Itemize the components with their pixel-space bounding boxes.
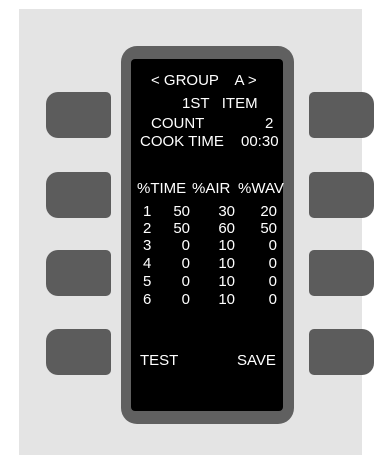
time-value: 0 [181, 291, 190, 308]
stage-number: 2 [143, 220, 152, 237]
count-value: 2 [265, 115, 274, 132]
left-softkey-1[interactable] [46, 92, 111, 138]
right-softkey-4[interactable] [309, 329, 374, 375]
stage-number: 4 [143, 255, 152, 272]
left-softkey-3[interactable] [46, 250, 111, 296]
wav-value: 50 [260, 220, 277, 237]
cook-time-label: COOK TIME [140, 133, 224, 150]
stage-number: 6 [143, 291, 152, 308]
right-softkey-1[interactable] [309, 92, 374, 138]
wav-value: 0 [268, 291, 277, 308]
count-label: COUNT [151, 115, 205, 132]
save-softkey-label[interactable]: SAVE [237, 352, 276, 369]
left-softkey-4[interactable] [46, 329, 111, 375]
wav-value: 20 [260, 203, 277, 220]
header-time: %TIME [137, 180, 187, 197]
air-value: 10 [218, 273, 235, 290]
item-indicator: 1ST ITEM [182, 95, 258, 112]
stage-number: 3 [143, 237, 152, 254]
air-value: 30 [218, 203, 235, 220]
time-value: 50 [173, 220, 190, 237]
time-value: 0 [181, 237, 190, 254]
wav-value: 0 [268, 237, 277, 254]
time-value: 0 [181, 255, 190, 272]
stage-number: 1 [143, 203, 152, 220]
air-value: 10 [218, 237, 235, 254]
cook-time-value: 00:30 [241, 133, 279, 150]
group-selector: < GROUP A > [151, 72, 257, 89]
left-softkey-2[interactable] [46, 172, 111, 218]
header-wav: %WAV [238, 180, 284, 197]
right-softkey-2[interactable] [309, 172, 374, 218]
air-value: 10 [218, 291, 235, 308]
air-value: 60 [218, 220, 235, 237]
right-softkey-3[interactable] [309, 250, 374, 296]
header-air: %AIR [192, 180, 231, 197]
air-value: 10 [218, 255, 235, 272]
wav-value: 0 [268, 273, 277, 290]
test-softkey-label[interactable]: TEST [140, 352, 178, 369]
time-value: 50 [173, 203, 190, 220]
wav-value: 0 [268, 255, 277, 272]
stage-number: 5 [143, 273, 152, 290]
time-value: 0 [181, 273, 190, 290]
